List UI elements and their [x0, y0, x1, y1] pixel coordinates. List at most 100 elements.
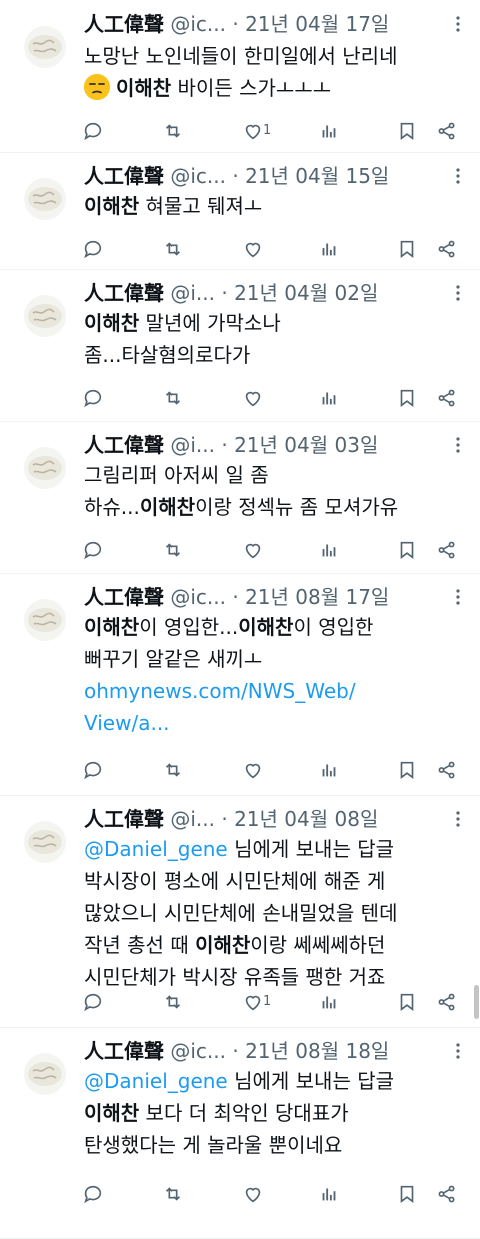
- text-segment: 작년 총선 때: [84, 933, 196, 957]
- tweet-date[interactable]: 21년 04월 08일: [234, 807, 378, 831]
- retweet-icon[interactable]: [162, 759, 184, 781]
- bookmark-icon[interactable]: [396, 759, 418, 781]
- bookmark-icon[interactable]: [396, 387, 418, 409]
- like-icon[interactable]: [242, 387, 264, 409]
- avatar[interactable]: [24, 599, 66, 641]
- tweet-item[interactable]: 人工偉聲 @i... · 21년 04월 03일 그림리퍼 아저씨 일 좀 하슈..…: [0, 421, 480, 574]
- bookmark-icon[interactable]: [396, 120, 418, 142]
- tweet-date[interactable]: 21년 08월 18일: [245, 1039, 389, 1063]
- tweet-actions: [0, 539, 480, 563]
- tweet-date[interactable]: 21년 04월 17일: [245, 12, 389, 36]
- share-icon[interactable]: [436, 387, 458, 409]
- avatar[interactable]: [24, 1053, 66, 1095]
- bookmark-icon[interactable]: [396, 539, 418, 561]
- retweet-icon[interactable]: [162, 991, 184, 1013]
- avatar[interactable]: [24, 821, 66, 863]
- reply-icon[interactable]: [82, 759, 104, 781]
- bookmark-icon[interactable]: [396, 1183, 418, 1205]
- share-icon[interactable]: [436, 238, 458, 260]
- tweet-date[interactable]: 21년 04월 15일: [245, 164, 389, 188]
- tweet-item[interactable]: 人工偉聲 @i... · 21년 04월 08일 @Daniel_gene 님에게…: [0, 795, 480, 1028]
- tweet-date[interactable]: 21년 04월 03일: [234, 433, 378, 457]
- reply-icon[interactable]: [82, 991, 104, 1013]
- header-separator: ·: [221, 807, 228, 831]
- display-name[interactable]: 人工偉聲: [84, 281, 164, 305]
- like-icon[interactable]: [242, 238, 264, 260]
- tweet-date[interactable]: 21년 04월 02일: [234, 281, 378, 305]
- more-icon[interactable]: [448, 435, 468, 455]
- tweet-header: 人工偉聲 @ic... · 21년 04월 17일: [84, 8, 434, 40]
- bookmark-icon[interactable]: [396, 238, 418, 260]
- more-icon[interactable]: [448, 809, 468, 829]
- more-icon[interactable]: [448, 283, 468, 303]
- scrollbar[interactable]: [474, 985, 479, 1019]
- share-icon[interactable]: [436, 991, 458, 1013]
- share-icon[interactable]: [436, 759, 458, 781]
- views-icon[interactable]: [318, 539, 340, 561]
- link-text[interactable]: View/a...: [84, 711, 170, 735]
- user-handle[interactable]: @ic...: [170, 12, 226, 36]
- more-icon[interactable]: [448, 587, 468, 607]
- views-icon[interactable]: [318, 120, 340, 142]
- reply-icon[interactable]: [82, 387, 104, 409]
- link-text[interactable]: ohmynews.com/NWS_Web/: [84, 679, 356, 703]
- like-icon[interactable]: [242, 991, 264, 1013]
- views-icon[interactable]: [318, 991, 340, 1013]
- link-text[interactable]: @Daniel_gene: [84, 837, 228, 861]
- more-icon[interactable]: [448, 14, 468, 34]
- more-icon[interactable]: [448, 166, 468, 186]
- avatar[interactable]: [24, 26, 66, 68]
- tweet-date[interactable]: 21년 08월 17일: [245, 585, 389, 609]
- display-name[interactable]: 人工偉聲: [84, 12, 164, 36]
- user-handle[interactable]: @ic...: [170, 585, 226, 609]
- retweet-icon[interactable]: [162, 1183, 184, 1205]
- user-handle[interactable]: @ic...: [170, 1039, 226, 1063]
- like-icon[interactable]: [242, 759, 264, 781]
- reply-icon[interactable]: [82, 238, 104, 260]
- retweet-icon[interactable]: [162, 120, 184, 142]
- display-name[interactable]: 人工偉聲: [84, 1039, 164, 1063]
- like-icon[interactable]: [242, 120, 264, 142]
- retweet-icon[interactable]: [162, 238, 184, 260]
- tweet-item[interactable]: 人工偉聲 @i... · 21년 04월 02일 이해찬 말년에 가막소나 좀...…: [0, 269, 480, 422]
- tweet-item[interactable]: 人工偉聲 @ic... · 21년 08월 17일 이해찬이 영입한...이해찬이…: [0, 573, 480, 796]
- bold-text: 이해찬: [84, 311, 140, 335]
- bookmark-icon[interactable]: [396, 991, 418, 1013]
- share-icon[interactable]: [436, 539, 458, 561]
- text-line: 뻐꾸기 알같은 새끼ㅗ: [84, 643, 468, 675]
- tweet-item[interactable]: 人工偉聲 @ic... · 21년 04월 17일 노망난 노인네들이 한미일에서…: [0, 0, 480, 153]
- retweet-icon[interactable]: [162, 387, 184, 409]
- avatar[interactable]: [24, 447, 66, 489]
- tweet-item[interactable]: 人工偉聲 @ic... · 21년 04월 15일 이해찬 혀물고 뒈져ㅗ: [0, 152, 480, 270]
- views-icon[interactable]: [318, 759, 340, 781]
- more-icon[interactable]: [448, 1041, 468, 1061]
- share-icon[interactable]: [436, 1183, 458, 1205]
- views-icon[interactable]: [318, 238, 340, 260]
- reply-icon[interactable]: [82, 1183, 104, 1205]
- avatar[interactable]: [24, 295, 66, 337]
- avatar[interactable]: [24, 178, 66, 220]
- display-name[interactable]: 人工偉聲: [84, 164, 164, 188]
- display-name[interactable]: 人工偉聲: [84, 585, 164, 609]
- user-handle[interactable]: @i...: [170, 433, 215, 457]
- views-icon[interactable]: [318, 1183, 340, 1205]
- reply-icon[interactable]: [82, 120, 104, 142]
- share-icon[interactable]: [436, 120, 458, 142]
- user-handle[interactable]: @i...: [170, 281, 215, 305]
- text-segment: 님에게 보내는 답글: [227, 1069, 395, 1093]
- text-segment: 탄생했다는 게 놀라울 뿐이네요: [84, 1133, 343, 1157]
- link-text[interactable]: @Daniel_gene: [84, 1069, 228, 1093]
- display-name[interactable]: 人工偉聲: [84, 433, 164, 457]
- reply-icon[interactable]: [82, 539, 104, 561]
- unamused-face-emoji: [84, 74, 110, 100]
- views-icon[interactable]: [318, 387, 340, 409]
- retweet-icon[interactable]: [162, 539, 184, 561]
- user-handle[interactable]: @i...: [170, 807, 215, 831]
- user-handle[interactable]: @ic...: [170, 164, 226, 188]
- like-icon[interactable]: [242, 1183, 264, 1205]
- tweet-item[interactable]: 人工偉聲 @ic... · 21년 08월 18일 @Daniel_gene 님에…: [0, 1027, 480, 1239]
- display-name[interactable]: 人工偉聲: [84, 807, 164, 831]
- like-icon[interactable]: [242, 539, 264, 561]
- like-count: 1: [263, 994, 272, 1009]
- tweet-actions: 1: [0, 120, 480, 144]
